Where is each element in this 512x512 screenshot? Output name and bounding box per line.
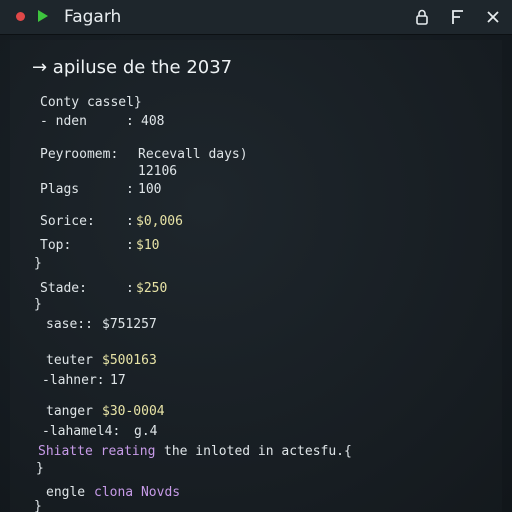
command-prompt: → apiluse de the 2037 bbox=[32, 57, 233, 78]
close-dot-icon[interactable] bbox=[16, 12, 25, 21]
output-value: clona Novds bbox=[94, 485, 181, 500]
output-key: teuter bbox=[46, 353, 93, 368]
close-icon[interactable] bbox=[484, 8, 502, 26]
lock-icon[interactable] bbox=[413, 8, 431, 26]
output-value: 100 bbox=[138, 182, 162, 197]
window-title: Fagarh bbox=[64, 7, 122, 27]
output-value: $10 bbox=[136, 238, 160, 253]
output-key: Stade: bbox=[40, 281, 87, 296]
output-value: $30-0004 bbox=[102, 404, 165, 419]
output-key: Sorice: bbox=[40, 214, 95, 229]
output-value: $751257 bbox=[102, 317, 157, 332]
output-value: 408 bbox=[141, 114, 165, 129]
output-key: Conty cassel} bbox=[40, 95, 142, 110]
output-key: Top: bbox=[40, 238, 72, 253]
closing-brace: } bbox=[34, 256, 42, 271]
output-value: 17 bbox=[110, 373, 126, 388]
output-key: - nden bbox=[40, 114, 87, 129]
output-value: g.4 bbox=[134, 424, 158, 439]
output-value: $250 bbox=[136, 281, 168, 296]
output-value: Recevall days) bbox=[138, 147, 248, 162]
output-key: Plags bbox=[40, 182, 80, 197]
output-value: the inloted in actesfu.{ bbox=[164, 444, 352, 459]
output-separator: : bbox=[126, 182, 134, 197]
output-key: -lahamel4: bbox=[42, 424, 121, 439]
flag-icon[interactable] bbox=[449, 8, 467, 26]
closing-brace: } bbox=[34, 499, 42, 512]
output-separator: : bbox=[126, 114, 134, 129]
play-icon[interactable] bbox=[38, 10, 48, 22]
output-key: sase:: bbox=[46, 317, 93, 332]
output-separator: : bbox=[126, 281, 134, 296]
output-key: tanger bbox=[46, 404, 93, 419]
closing-brace: } bbox=[36, 461, 44, 476]
output-separator: : bbox=[126, 214, 134, 229]
output-key: engle bbox=[46, 485, 86, 500]
output-value: $500163 bbox=[102, 353, 157, 368]
output-key: Shiatte reating bbox=[38, 444, 156, 459]
title-bar: Fagarh bbox=[0, 0, 512, 35]
output-separator: : bbox=[126, 238, 134, 253]
output-key: Peyroomem: bbox=[40, 147, 119, 162]
closing-brace: } bbox=[34, 297, 42, 312]
output-value: 12106 bbox=[138, 164, 178, 179]
output-value: $0,006 bbox=[136, 214, 183, 229]
terminal-window: Fagarh → apiluse de the 2037 Conty casse… bbox=[0, 0, 512, 512]
output-key: -lahner: bbox=[42, 373, 105, 388]
